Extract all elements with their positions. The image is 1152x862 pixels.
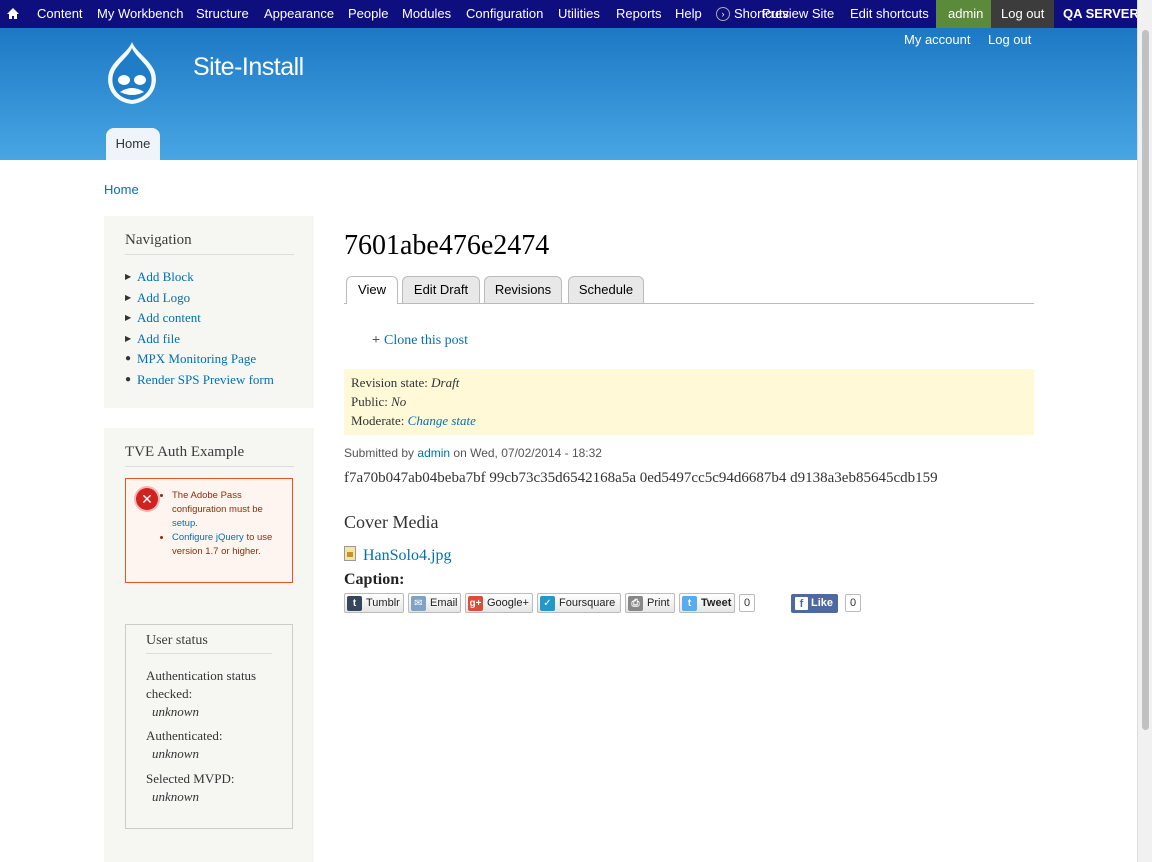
page-title: 7601abe476e2474: [344, 230, 550, 261]
selected-mvpd-label: Selected MVPD:: [146, 771, 235, 786]
nav-item-add-file[interactable]: ▶ Add file: [124, 329, 314, 350]
user-status-title: User status: [146, 633, 272, 654]
vertical-scrollbar[interactable]: [1137, 0, 1152, 862]
error-message-adobe-pass: The Adobe Pass configuration must be set…: [172, 489, 287, 531]
toolbar-configuration[interactable]: Configuration: [466, 0, 543, 28]
site-header: Site-Install My account Log out Home: [0, 28, 1137, 160]
toolbar-reports[interactable]: Reports: [616, 0, 662, 28]
admin-toolbar: Content My Workbench Structure Appearanc…: [0, 0, 1139, 28]
breadcrumb[interactable]: Home: [104, 182, 139, 197]
nav-item-add-block[interactable]: ▶ Add Block: [124, 267, 314, 288]
clone-post-action[interactable]: + Clone this post: [372, 333, 468, 349]
selected-mvpd-value: unknown: [152, 789, 199, 804]
toolbar-appearance[interactable]: Appearance: [264, 0, 334, 28]
tve-auth-block: TVE Auth Example ✕ The Adobe Pass config…: [104, 428, 314, 862]
toolbar-my-workbench[interactable]: My Workbench: [97, 0, 183, 28]
my-account-link[interactable]: My account: [904, 32, 970, 47]
cover-media-label: Cover Media: [344, 512, 439, 532]
tab-revisions[interactable]: Revisions: [484, 276, 562, 303]
toolbar-preview-site[interactable]: Preview Site: [762, 0, 834, 28]
author-link[interactable]: admin: [417, 446, 450, 460]
tab-schedule[interactable]: Schedule: [568, 276, 644, 303]
file-name[interactable]: HanSolo4.jpg: [363, 547, 451, 564]
share-tumblr-button[interactable]: t Tumblr: [344, 593, 404, 613]
email-icon: ✉: [411, 596, 426, 611]
tab-view[interactable]: View: [346, 276, 398, 304]
toolbar-server-label: QA SERVER: [1063, 6, 1139, 21]
triangle-right-icon: ▶: [125, 313, 132, 322]
auth-checked-value: unknown: [152, 704, 199, 719]
nav-item-mpx-monitoring[interactable]: ● MPX Monitoring Page: [124, 349, 314, 370]
triangle-right-icon: ▶: [125, 333, 132, 343]
share-foursquare-button[interactable]: ✓ Foursquare: [537, 593, 621, 613]
tve-auth-title: TVE Auth Example: [125, 444, 294, 467]
toolbar-people[interactable]: People: [348, 0, 388, 28]
googleplus-icon: g+: [468, 596, 483, 611]
user-status-block: User status Authentication status checke…: [125, 624, 293, 829]
navigation-list: ▶ Add Block ▶ Add Logo ▶ Add content ▶ Add f…: [124, 267, 314, 390]
primary-tab-home[interactable]: Home: [106, 128, 160, 160]
revision-state-value: Draft: [431, 375, 460, 390]
moderate-row: Moderate: Change state: [351, 413, 476, 428]
nav-item-add-content[interactable]: ▶ Add content: [124, 308, 314, 329]
home-icon[interactable]: [6, 0, 22, 28]
tumblr-icon: t: [347, 596, 362, 611]
facebook-icon: f: [795, 597, 808, 610]
twitter-bird-icon: t: [682, 596, 697, 611]
toolbar-utilities[interactable]: Utilities: [558, 0, 600, 28]
nav-item-add-logo[interactable]: ▶ Add Logo: [124, 288, 314, 309]
authenticated-value: unknown: [152, 746, 199, 761]
revision-state-row: Revision state: Draft: [351, 375, 460, 390]
setup-link[interactable]: setup: [172, 518, 195, 529]
toolbar-modules[interactable]: Modules: [402, 0, 451, 28]
error-messages: ✕ The Adobe Pass configuration must be s…: [125, 478, 293, 583]
site-name[interactable]: Site-Install: [193, 53, 304, 82]
configure-jquery-link[interactable]: Configure jQuery: [172, 532, 244, 543]
toolbar-help[interactable]: Help: [675, 0, 702, 28]
auth-checked-label: Authentication status checked:: [146, 668, 257, 701]
printer-icon: ⎙: [628, 596, 643, 611]
tab-edit-draft[interactable]: Edit Draft: [402, 276, 480, 303]
navigation-title: Navigation: [125, 232, 294, 255]
toolbar-logout[interactable]: Log out: [991, 0, 1055, 28]
file-link[interactable]: HanSolo4.jpg: [344, 546, 451, 565]
clone-post-link[interactable]: Clone this post: [384, 333, 468, 348]
drupal-logo[interactable]: [102, 40, 162, 108]
foursquare-icon: ✓: [540, 596, 555, 611]
public-value: No: [391, 394, 407, 409]
toolbar-structure[interactable]: Structure: [196, 0, 249, 28]
dot-icon: ●: [125, 353, 132, 364]
toolbar-admin-user[interactable]: admin: [936, 0, 996, 28]
error-message-jquery: Configure jQuery to use version 1.7 or h…: [172, 531, 287, 559]
revision-info: Revision state: Draft Public: No Moderat…: [344, 369, 1034, 435]
nav-item-render-sps[interactable]: ● Render SPS Preview form: [124, 370, 314, 391]
header-logout-link[interactable]: Log out: [988, 32, 1031, 47]
triangle-right-icon: ▶: [125, 292, 132, 302]
public-row: Public: No: [351, 394, 407, 409]
authenticated-label: Authenticated:: [146, 728, 223, 743]
toolbar-edit-shortcuts[interactable]: Edit shortcuts: [850, 0, 929, 28]
caption-label: Caption:: [344, 571, 405, 588]
image-file-icon: [344, 546, 356, 561]
share-googleplus-button[interactable]: g+ Google+: [465, 593, 533, 613]
plus-icon: +: [372, 333, 380, 348]
error-icon: ✕: [136, 488, 158, 510]
scrollbar-thumb[interactable]: [1142, 30, 1149, 730]
tweet-button[interactable]: t Tweet: [679, 593, 735, 613]
share-print-button[interactable]: ⎙ Print: [625, 593, 675, 613]
triangle-right-icon: ▶: [125, 272, 132, 281]
facebook-like-button[interactable]: f Like: [791, 594, 838, 613]
tweet-count: 0: [739, 594, 756, 612]
local-tabs: View Edit Draft Revisions Schedule: [344, 276, 1034, 304]
shortcuts-arrow-icon: ›: [716, 6, 730, 21]
submitted-info: Submitted by admin on Wed, 07/02/2014 - …: [344, 446, 602, 460]
share-email-button[interactable]: ✉ Email: [408, 593, 461, 613]
like-count: 0: [845, 594, 862, 612]
change-state-link[interactable]: Change state: [408, 413, 476, 428]
node-body: f7a70b047ab04beba7bf 99cb73c35d6542168a5…: [344, 470, 938, 486]
dot-icon: ●: [125, 373, 132, 385]
navigation-block: Navigation ▶ Add Block ▶ Add Logo ▶ Add con…: [104, 216, 314, 408]
toolbar-content[interactable]: Content: [37, 0, 83, 28]
